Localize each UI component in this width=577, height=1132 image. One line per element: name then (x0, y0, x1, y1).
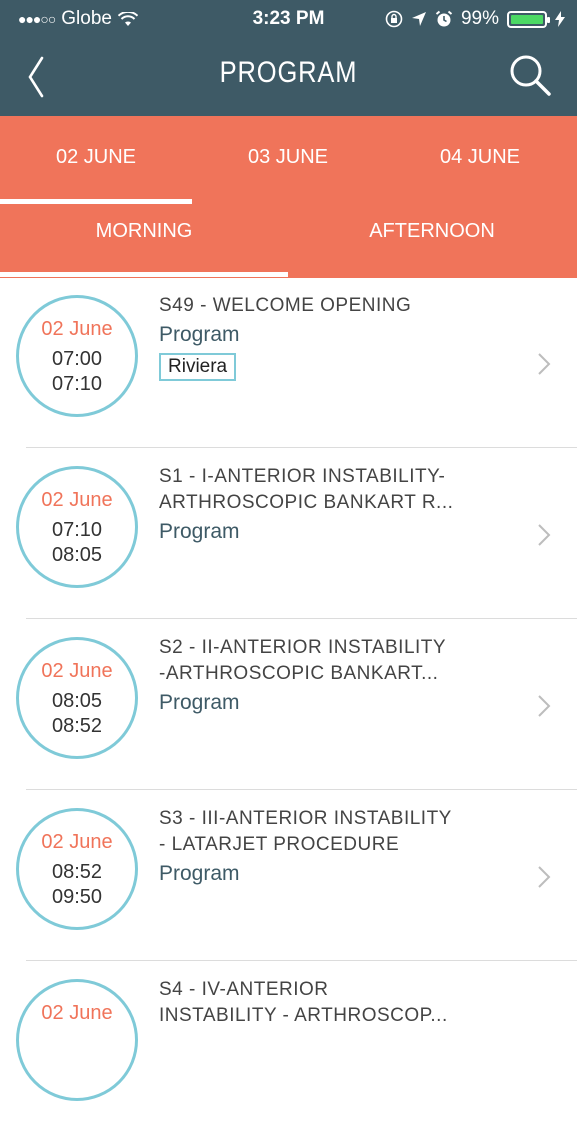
tab-02-june[interactable]: 02 JUNE (0, 146, 192, 169)
session-item[interactable]: 02 June 08:52 09:50 S3 - III-ANTERIOR IN… (0, 791, 577, 961)
chevron-right-icon (538, 695, 551, 717)
tab-03-june[interactable]: 03 JUNE (192, 146, 384, 169)
alarm-icon (435, 10, 453, 27)
charging-bolt-icon (555, 11, 565, 27)
session-start-time: 07:00 (51, 348, 103, 370)
session-time-circle: 02 June 07:00 07:10 (16, 295, 138, 417)
session-end-time: 07:10 (51, 373, 103, 395)
session-info: S49 - WELCOME OPENING Program Riviera (159, 293, 489, 381)
period-tab-bar: MORNING AFTERNOON (0, 206, 577, 278)
session-start-time: 08:05 (51, 690, 103, 712)
tab-afternoon[interactable]: AFTERNOON (288, 220, 576, 243)
session-info: S2 - II-ANTERIOR INSTABILITY -ARTHROSCOP… (159, 635, 489, 715)
session-room-badge: Riviera (159, 353, 237, 381)
session-end-time: 09:50 (51, 886, 103, 908)
battery-icon (507, 10, 550, 28)
session-time-circle: 02 June 08:52 09:50 (16, 808, 138, 930)
session-item[interactable]: 02 June 07:10 08:05 S1 - I-ANTERIOR INST… (0, 449, 577, 619)
session-category: Program (159, 520, 240, 543)
session-date: 02 June (41, 660, 113, 682)
chevron-right-icon (538, 353, 551, 375)
session-title: S1 - I-ANTERIOR INSTABILITY- ARTHROSCOPI… (159, 466, 454, 513)
session-title: S2 - II-ANTERIOR INSTABILITY -ARTHROSCOP… (159, 637, 447, 684)
period-tab-indicator (0, 272, 288, 277)
session-item[interactable]: 02 June S4 - IV-ANTERIOR INSTABILITY - A… (0, 962, 577, 1132)
list-divider (26, 447, 577, 448)
rotation-lock-icon (385, 10, 403, 28)
session-end-time: 08:05 (51, 544, 103, 566)
session-item[interactable]: 02 June 07:00 07:10 S49 - WELCOME OPENIN… (0, 278, 577, 448)
session-time-circle: 02 June 07:10 08:05 (16, 466, 138, 588)
status-bar: ●●●○○ Globe 3:23 PM 99% (0, 0, 577, 38)
session-title: S4 - IV-ANTERIOR INSTABILITY - ARTHROSCO… (159, 979, 448, 1026)
session-category: Program (159, 323, 240, 346)
app-header: ●●●○○ Globe 3:23 PM 99% PROGRAM (0, 0, 577, 116)
battery-level (511, 14, 543, 24)
session-date: 02 June (41, 318, 113, 340)
session-time-circle: 02 June (16, 979, 138, 1101)
session-title: S49 - WELCOME OPENING (159, 295, 412, 316)
session-info: S3 - III-ANTERIOR INSTABILITY - LATARJET… (159, 806, 489, 886)
status-right-group: 99% (385, 8, 565, 30)
page-title: PROGRAM (219, 56, 358, 89)
session-time-circle: 02 June 08:05 08:52 (16, 637, 138, 759)
session-info: S1 - I-ANTERIOR INSTABILITY- ARTHROSCOPI… (159, 464, 489, 544)
tab-morning[interactable]: MORNING (0, 220, 288, 243)
list-divider (26, 960, 577, 961)
session-info: S4 - IV-ANTERIOR INSTABILITY - ARTHROSCO… (159, 977, 489, 1029)
session-date: 02 June (41, 831, 113, 853)
navigation-bar: PROGRAM (0, 42, 577, 112)
session-date: 02 June (41, 1002, 113, 1024)
session-item[interactable]: 02 June 08:05 08:52 S2 - II-ANTERIOR INS… (0, 620, 577, 790)
session-end-time: 08:52 (51, 715, 103, 737)
battery-percentage: 99% (460, 8, 499, 29)
session-start-time: 07:10 (51, 519, 103, 541)
tab-04-june[interactable]: 04 JUNE (384, 146, 576, 169)
session-start-time: 08:52 (51, 861, 103, 883)
session-date: 02 June (41, 489, 113, 511)
location-arrow-icon (411, 12, 426, 26)
date-tab-bar: 02 JUNE 03 JUNE 04 JUNE (0, 116, 577, 206)
list-divider (26, 789, 577, 790)
search-icon[interactable] (507, 52, 553, 98)
session-title: S3 - III-ANTERIOR INSTABILITY - LATARJET… (159, 808, 452, 855)
list-divider (26, 618, 577, 619)
session-category: Program (159, 691, 240, 714)
chevron-right-icon (538, 866, 551, 888)
chevron-right-icon (538, 524, 551, 546)
date-tab-indicator (0, 199, 192, 204)
session-category: Program (159, 862, 240, 885)
